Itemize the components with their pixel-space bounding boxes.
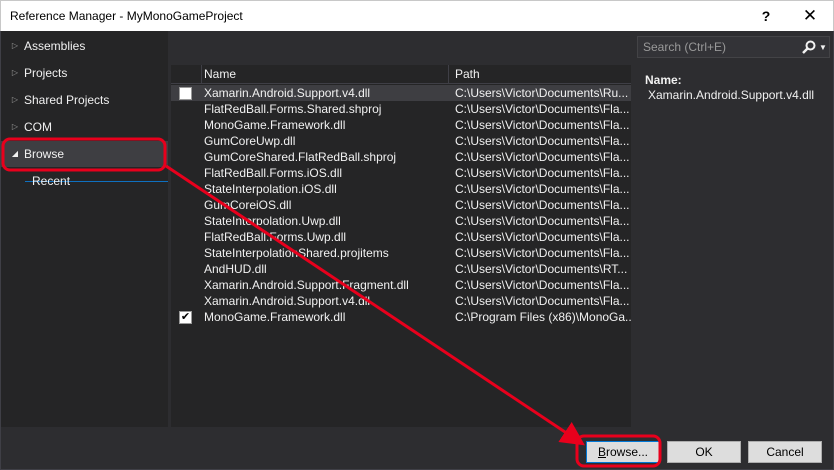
list-item[interactable]: StateInterpolation.iOS.dll C:\Users\Victo…: [171, 181, 631, 197]
reference-list[interactable]: Name Path Xamarin.Android.Support.v4.dll…: [171, 65, 631, 427]
row-name: GumCoreiOS.dll: [204, 198, 292, 212]
row-path: C:\Users\Victor\Documents\Fla...: [455, 166, 630, 180]
row-path: C:\Users\Victor\Documents\Fla...: [455, 246, 630, 260]
list-item[interactable]: GumCoreiOS.dll C:\Users\Victor\Documents\…: [171, 197, 631, 213]
search-icon[interactable]: [801, 39, 817, 55]
list-item[interactable]: FlatRedBall.Forms.Uwp.dll C:\Users\Victor…: [171, 229, 631, 245]
row-path: C:\Users\Victor\Documents\Fla...: [455, 278, 630, 292]
row-name: MonoGame.Framework.dll: [204, 310, 346, 324]
expand-arrow-icon: ▷: [11, 41, 19, 50]
row-name: Xamarin.Android.Support.v4.dll: [204, 294, 371, 308]
list-item[interactable]: Xamarin.Android.Support.v4.dll C:\Users\V…: [171, 85, 631, 101]
list-item[interactable]: MonoGame.Framework.dll C:\Program Files (…: [171, 309, 631, 325]
column-header-path[interactable]: Path: [453, 65, 480, 84]
row-path: C:\Users\Victor\Documents\Fla...: [455, 198, 630, 212]
close-button[interactable]: ✕: [795, 6, 825, 26]
sidebar-item-shared-projects[interactable]: ▷ Shared Projects: [1, 87, 168, 113]
sidebar: ▷ Assemblies ▷ Projects ▷ Shared Project…: [1, 31, 168, 427]
row-path: C:\Users\Victor\Documents\Fla...: [455, 134, 630, 148]
details-name-label: Name:: [645, 73, 682, 87]
list-item[interactable]: StateInterpolationShared.projitems C:\Use…: [171, 245, 631, 261]
row-path: C:\Users\Victor\Documents\Ru...: [455, 86, 629, 100]
browse-button[interactable]: Browse...: [586, 441, 660, 463]
include-checkbox[interactable]: [179, 311, 192, 324]
search-box[interactable]: ▼: [637, 36, 830, 58]
sidebar-item-label: COM: [24, 120, 52, 134]
list-item[interactable]: StateInterpolation.Uwp.dll C:\Users\Victo…: [171, 213, 631, 229]
row-path: C:\Users\Victor\Documents\Fla...: [455, 214, 630, 228]
help-button[interactable]: ?: [751, 6, 781, 26]
row-name: MonoGame.Framework.dll: [204, 118, 346, 132]
list-item[interactable]: FlatRedBall.Forms.iOS.dll C:\Users\Victor…: [171, 165, 631, 181]
cancel-button[interactable]: Cancel: [748, 441, 822, 463]
list-item[interactable]: GumCoreUwp.dll C:\Users\Victor\Documents\…: [171, 133, 631, 149]
dialog-body: ▷ Assemblies ▷ Projects ▷ Shared Project…: [0, 31, 834, 470]
sidebar-item-label: Assemblies: [24, 39, 86, 53]
list-item[interactable]: AndHUD.dll C:\Users\Victor\Documents\RT..…: [171, 261, 631, 277]
expand-arrow-icon: ▷: [11, 95, 19, 104]
row-name: StateInterpolation.iOS.dll: [204, 182, 337, 196]
window-title: Reference Manager - MyMonoGameProject: [10, 9, 243, 23]
ok-button[interactable]: OK: [667, 441, 741, 463]
row-path: C:\Users\Victor\Documents\RT...: [455, 262, 628, 276]
list-item[interactable]: GumCoreShared.FlatRedBall.shproj C:\Users…: [171, 149, 631, 165]
title-bar: Reference Manager - MyMonoGameProject ? …: [0, 0, 834, 31]
details-name-value: Xamarin.Android.Support.v4.dll: [648, 88, 815, 102]
sidebar-item-browse[interactable]: ◢ Browse: [1, 141, 168, 167]
row-name: StateInterpolationShared.projitems: [204, 246, 389, 260]
column-header-name[interactable]: Name: [201, 65, 449, 84]
sidebar-item-label: Shared Projects: [24, 93, 110, 107]
row-name: FlatRedBall.Forms.iOS.dll: [204, 166, 343, 180]
sidebar-item-recent[interactable]: Recent: [32, 174, 70, 188]
row-name: GumCoreShared.FlatRedBall.shproj: [204, 150, 397, 164]
list-item[interactable]: MonoGame.Framework.dll C:\Users\Victor\Do…: [171, 117, 631, 133]
list-item[interactable]: Xamarin.Android.Support.v4.dll C:\Users\V…: [171, 293, 631, 309]
collapse-arrow-icon: ◢: [11, 149, 19, 158]
row-name: FlatRedBall.Forms.Uwp.dll: [204, 230, 347, 244]
browse-button-label: Browse...: [597, 445, 649, 459]
list-item[interactable]: FlatRedBall.Forms.Shared.shproj C:\Users\…: [171, 101, 631, 117]
expand-arrow-icon: ▷: [11, 68, 19, 77]
row-path: C:\Users\Victor\Documents\Fla...: [455, 294, 630, 308]
row-name: StateInterpolation.Uwp.dll: [204, 214, 341, 228]
sidebar-item-assemblies[interactable]: ▷ Assemblies: [1, 33, 168, 59]
row-path: C:\Users\Victor\Documents\Fla...: [455, 182, 630, 196]
row-path: C:\Users\Victor\Documents\Fla...: [455, 230, 630, 244]
sidebar-item-projects[interactable]: ▷ Projects: [1, 60, 168, 86]
search-options-dropdown[interactable]: ▼: [819, 40, 827, 56]
row-name: GumCoreUwp.dll: [204, 134, 296, 148]
expand-arrow-icon: ▷: [11, 122, 19, 131]
sidebar-item-com[interactable]: ▷ COM: [1, 114, 168, 140]
row-name: FlatRedBall.Forms.Shared.shproj: [204, 102, 382, 116]
row-name: AndHUD.dll: [204, 262, 267, 276]
row-path: C:\Users\Victor\Documents\Fla...: [455, 102, 630, 116]
list-header: Name Path: [171, 65, 631, 84]
row-path: C:\Users\Victor\Documents\Fla...: [455, 118, 630, 132]
row-name: Xamarin.Android.Support.v4.dll: [204, 86, 371, 100]
row-path: C:\Program Files (x86)\MonoGa...: [455, 310, 631, 324]
search-input[interactable]: [638, 37, 798, 57]
sidebar-item-label: Projects: [24, 66, 68, 80]
row-path: C:\Users\Victor\Documents\Fla...: [455, 150, 630, 164]
list-item[interactable]: Xamarin.Android.Support.Fragment.dll C:\U…: [171, 277, 631, 293]
row-name: Xamarin.Android.Support.Fragment.dll: [204, 278, 409, 292]
sidebar-item-label: Browse: [24, 147, 65, 161]
include-checkbox[interactable]: [179, 87, 192, 100]
